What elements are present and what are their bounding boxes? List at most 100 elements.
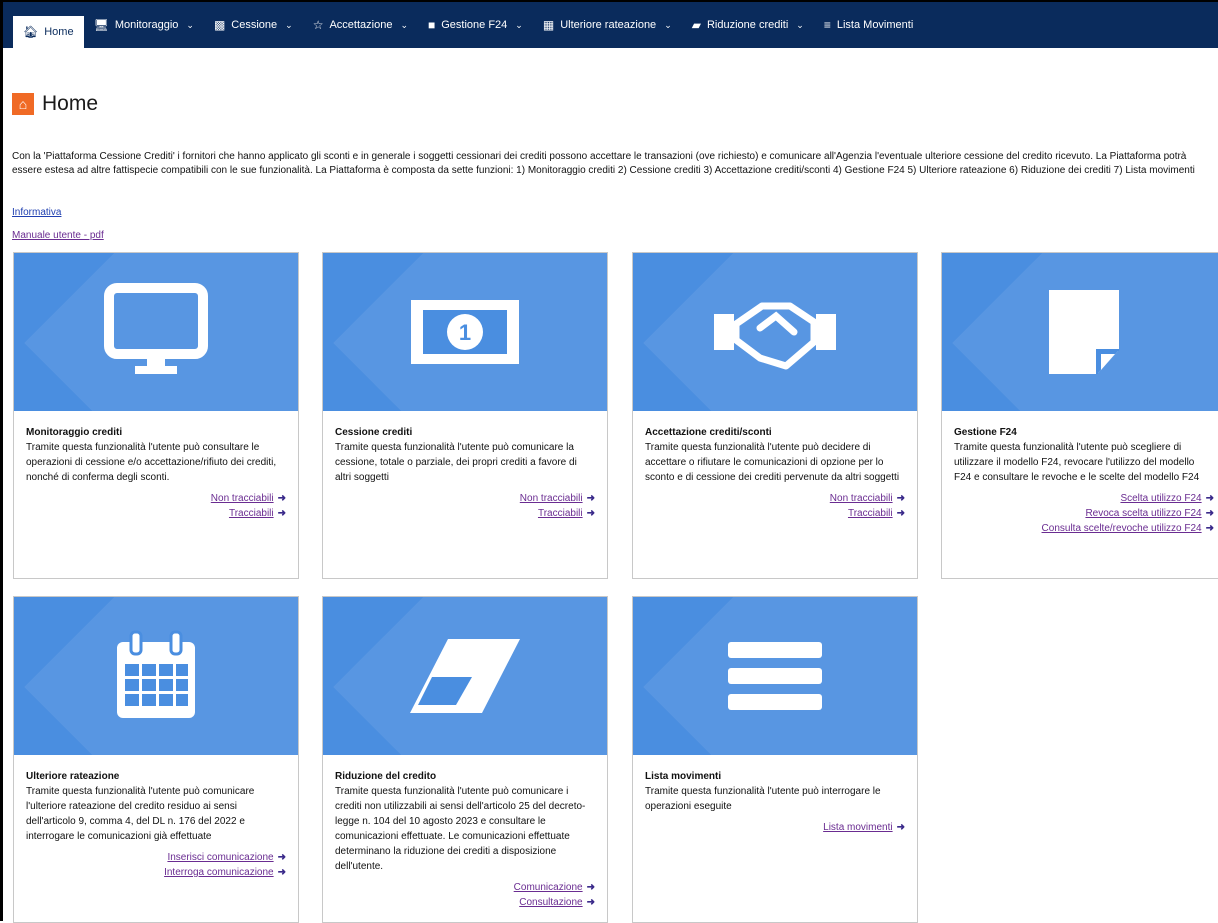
card-accettazione-crediti: Accettazione crediti/sconti Tramite ques… [632,252,918,579]
arrow-right-icon: ➜ [277,493,286,504]
non-tracciabili-link[interactable]: Non tracciabili ➜ [26,491,286,506]
card-description: Tramite questa funzionalità l'utente può… [954,442,1200,483]
card-title: Ulteriore rateazione [26,771,120,782]
frame-left-border [0,0,3,921]
nav-accettazione[interactable]: ☆ Accettazione ⌄ [303,2,418,48]
chevron-down-icon: ⌄ [515,19,523,30]
card-cessione-crediti: 1 Cessione crediti Tramite questa funzio… [322,252,608,579]
nav-monitoraggio-label: Monitoraggio [114,19,179,31]
page-header: ⌂ Home [12,92,98,116]
chevron-down-icon: ⌄ [285,19,293,30]
lista-movimenti-link[interactable]: Lista movimenti ➜ [645,820,905,835]
nav-accettazione-label: Accettazione [329,19,393,31]
non-tracciabili-link[interactable]: Non tracciabili ➜ [645,491,905,506]
tracciabili-link[interactable]: Tracciabili ➜ [26,506,286,521]
nav-ulteriore-rateazione-label: Ulteriore rateazione [560,19,657,31]
monitor-icon [104,283,208,374]
revoca-scelta-f24-link[interactable]: Revoca scelta utilizzo F24 ➜ [954,506,1214,521]
card-description: Tramite questa funzionalità l'utente può… [335,786,586,872]
tracciabili-link[interactable]: Tracciabili ➜ [645,506,905,521]
monitor-icon: 🖥︎ [93,18,109,32]
svg-text:1: 1 [459,320,471,345]
card-description: Tramite questa funzionalità l'utente può… [26,786,255,842]
card-image [323,597,607,755]
card-title: Lista movimenti [645,771,722,782]
arrow-right-icon: ➜ [277,508,286,519]
card-title: Gestione F24 [954,427,1017,438]
eraser-icon: ▰ [691,18,701,32]
arrow-right-icon: ➜ [586,493,595,504]
nav-home[interactable]: 🏠︎ Home [13,16,84,48]
document-icon: ■ [428,18,436,32]
nav-gestione-f24[interactable]: ■ Gestione F24 ⌄ [418,2,533,48]
arrow-right-icon: ➜ [277,852,286,863]
consultazione-link[interactable]: Consultazione ➜ [335,895,595,910]
arrow-right-icon: ➜ [277,867,286,878]
nav-gestione-f24-label: Gestione F24 [441,19,508,31]
nav-cessione-label: Cessione [231,19,278,31]
arrow-right-icon: ➜ [1205,508,1214,519]
card-title: Monitoraggio crediti [26,427,123,438]
nav-home-label: Home [44,26,74,38]
document-icon [1049,290,1119,374]
list-icon [728,642,822,710]
card-lista-movimenti: Lista movimenti Tramite questa funzional… [632,596,918,923]
chevron-down-icon: ⌄ [186,19,194,30]
banknote-icon: ▩ [213,18,226,32]
arrow-right-icon: ➜ [896,822,905,833]
card-title: Accettazione crediti/sconti [645,427,772,438]
nav-lista-movimenti-label: Lista Movimenti [836,19,914,31]
card-image [942,253,1218,411]
nav-riduzione-crediti[interactable]: ▰ Riduzione crediti ⌄ [682,2,814,48]
arrow-right-icon: ➜ [586,508,595,519]
manuale-utente-link[interactable]: Manuale utente - pdf [12,230,104,241]
non-tracciabili-link[interactable]: Non tracciabili ➜ [335,491,595,506]
consulta-scelte-f24-link[interactable]: Consulta scelte/revoche utilizzo F24 ➜ [954,521,1214,536]
handshake-icon: ☆ [312,18,324,32]
home-icon: ⌂ [12,93,34,115]
card-monitoraggio-crediti: Monitoraggio crediti Tramite questa funz… [13,252,299,579]
card-description: Tramite questa funzionalità l'utente può… [645,786,881,812]
card-gestione-f24: Gestione F24 Tramite questa funzionalità… [941,252,1218,579]
arrow-right-icon: ➜ [1205,493,1214,504]
card-riduzione-credito: Riduzione del credito Tramite questa fun… [322,596,608,923]
arrow-right-icon: ➜ [1205,523,1214,534]
chevron-down-icon: ⌄ [796,19,804,30]
informativa-link[interactable]: Informativa [12,207,61,218]
card-image: 1 [323,253,607,411]
nav-monitoraggio[interactable]: 🖥︎ Monitoraggio ⌄ [84,2,204,48]
calendar-icon: ▦ [542,18,555,32]
card-image [14,597,298,755]
banknote-icon: 1 [411,300,519,364]
arrow-right-icon: ➜ [896,508,905,519]
inserisci-comunicazione-link[interactable]: Inserisci comunicazione ➜ [26,850,286,865]
nav-lista-movimenti[interactable]: ≡ Lista Movimenti [814,2,923,48]
comunicazione-link[interactable]: Comunicazione ➜ [335,880,595,895]
card-title: Riduzione del credito [335,771,437,782]
arrow-right-icon: ➜ [586,882,595,893]
nav-riduzione-crediti-label: Riduzione crediti [706,19,789,31]
arrow-right-icon: ➜ [896,493,905,504]
card-image [633,597,917,755]
chevron-down-icon: ⌄ [400,19,408,30]
nav-cessione[interactable]: ▩ Cessione ⌄ [204,2,303,48]
nav-ulteriore-rateazione[interactable]: ▦ Ulteriore rateazione ⌄ [533,2,682,48]
chevron-down-icon: ⌄ [664,19,672,30]
intro-text: Con la 'Piattaforma Cessione Crediti' i … [12,151,1195,176]
card-title: Cessione crediti [335,427,413,438]
card-description: Tramite questa funzionalità l'utente può… [26,442,277,483]
card-description: Tramite questa funzionalità l'utente può… [335,442,577,483]
home-icon: 🏠︎ [23,25,39,39]
handshake-icon [714,302,836,370]
card-image [14,253,298,411]
arrow-right-icon: ➜ [586,897,595,908]
interroga-comunicazione-link[interactable]: Interroga comunicazione ➜ [26,865,286,880]
list-icon: ≡ [823,18,831,32]
calendar-icon [117,630,195,718]
scelta-utilizzo-f24-link[interactable]: Scelta utilizzo F24 ➜ [954,491,1214,506]
eraser-icon [410,639,520,713]
card-image [633,253,917,411]
page-title: Home [42,92,99,115]
tracciabili-link[interactable]: Tracciabili ➜ [335,506,595,521]
card-description: Tramite questa funzionalità l'utente può… [645,442,900,483]
